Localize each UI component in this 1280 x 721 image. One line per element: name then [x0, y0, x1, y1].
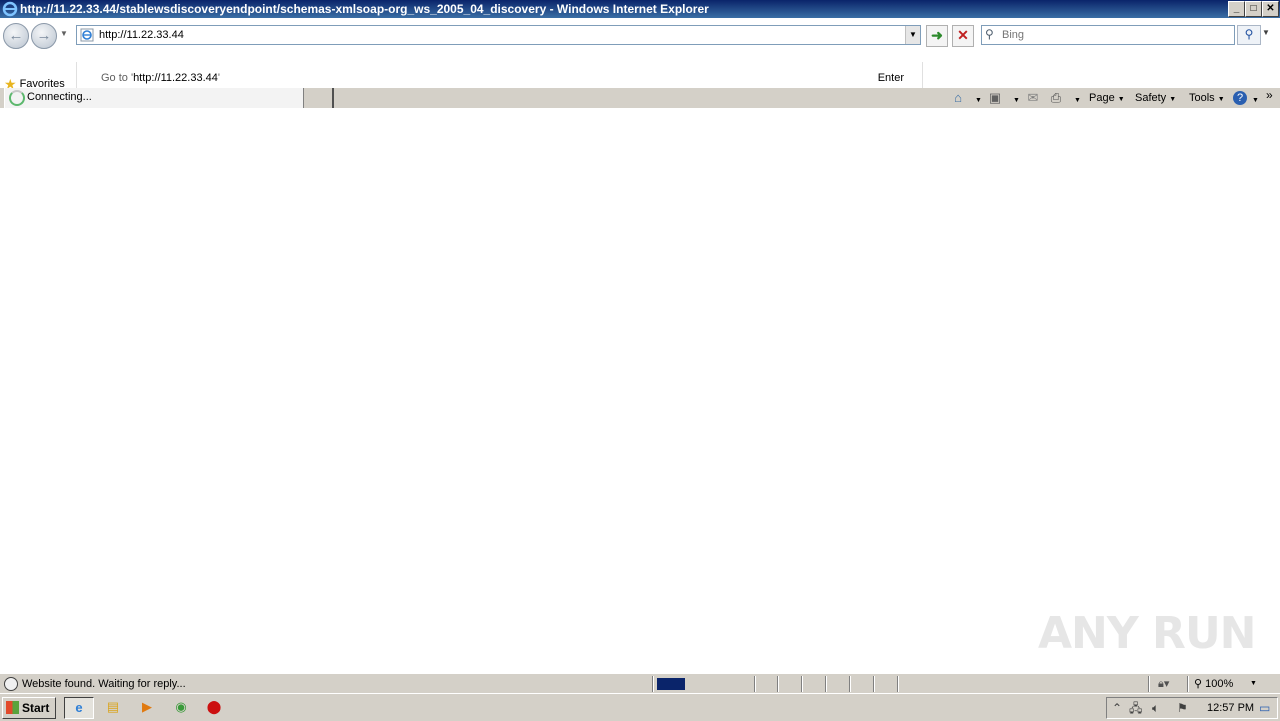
print-dropdown-icon[interactable]: ▼ — [1074, 94, 1081, 108]
new-tab-button[interactable] — [304, 88, 334, 108]
help-icon[interactable]: ? — [1233, 91, 1247, 105]
minimize-button[interactable]: _ — [1228, 1, 1245, 17]
tab-connecting[interactable]: Connecting... — [4, 88, 305, 108]
command-bar: Connecting... ⌂ ▼ ▣ ▼ ✉ ⎙ ▼ Page ▼ Safety… — [0, 88, 1280, 108]
windows-flag-icon — [6, 701, 19, 714]
page-menu-label: Page — [1089, 92, 1115, 104]
stop-icon[interactable]: ✕ — [952, 25, 974, 47]
zoom-value: 100% — [1205, 678, 1234, 690]
home-dropdown-icon[interactable]: ▼ — [975, 94, 982, 108]
tools-dropdown-icon: ▼ — [1217, 96, 1225, 103]
volume-icon[interactable]: 🔈︎ — [1152, 700, 1159, 716]
feeds-dropdown-icon[interactable]: ▼ — [1013, 94, 1020, 108]
read-mail-icon[interactable]: ✉ — [1025, 90, 1041, 106]
network-icon[interactable]: 🖧︎ — [1129, 700, 1142, 716]
start-button[interactable]: Start — [2, 697, 56, 719]
status-divider — [652, 676, 654, 692]
page-menu[interactable]: Page ▼ — [1089, 91, 1125, 107]
title-bar: http://11.22.33.44/stablewsdiscoveryendp… — [0, 0, 1280, 18]
safety-menu[interactable]: Safety ▼ — [1135, 91, 1176, 107]
back-button[interactable]: ← — [3, 23, 29, 49]
search-options-dropdown-icon[interactable]: ▼ — [1262, 28, 1270, 37]
print-icon[interactable]: ⎙ — [1048, 90, 1064, 106]
opera-taskbar-icon[interactable]: ⬤ — [200, 697, 228, 717]
tools-menu-label: Tools — [1189, 92, 1215, 104]
close-button[interactable]: ✕ — [1262, 1, 1279, 17]
media-player-taskbar-icon[interactable]: ▶ — [133, 697, 161, 717]
loading-status-icon — [4, 677, 18, 691]
anyrun-watermark: ANY RUN — [1038, 608, 1256, 659]
status-divider — [897, 676, 899, 692]
address-bar[interactable]: ▼ — [76, 25, 921, 45]
home-icon[interactable]: ⌂ — [950, 90, 966, 106]
zoom-level[interactable]: ⚲ 100% — [1194, 677, 1233, 691]
autocomplete-goto-item[interactable]: Go to 'http://11.22.33.44' — [101, 72, 220, 84]
status-bar: Website found. Waiting for reply... 🔒︎▾ … — [0, 673, 1280, 694]
forward-button[interactable]: → — [31, 23, 57, 49]
status-divider — [873, 676, 875, 692]
clock[interactable]: 12:57 PM — [1207, 701, 1254, 715]
search-button-icon[interactable]: ⚲ — [1237, 25, 1261, 45]
page-load-progress — [656, 677, 751, 691]
goto-suffix: ' — [217, 72, 220, 84]
status-divider — [825, 676, 827, 692]
tools-menu[interactable]: Tools ▼ — [1189, 91, 1225, 107]
system-tray: ⌃ 🖧︎ 🔈︎ ⚑ 12:57 PM ▭ — [1106, 697, 1278, 719]
goto-prefix: Go to ' — [101, 72, 134, 84]
status-divider — [1187, 676, 1189, 692]
chevron-more-icon[interactable]: » — [1266, 88, 1273, 102]
address-input[interactable] — [99, 26, 899, 44]
internet-explorer-taskbar-icon[interactable]: e — [64, 697, 94, 719]
status-divider — [849, 676, 851, 692]
autocomplete-enter-hint: Enter — [877, 72, 904, 84]
status-divider — [754, 676, 756, 692]
file-explorer-taskbar-icon[interactable]: ▤ — [99, 697, 127, 717]
status-divider — [801, 676, 803, 692]
status-divider — [777, 676, 779, 692]
action-center-flag-icon[interactable]: ⚑ — [1177, 700, 1188, 716]
loading-spinner-icon — [9, 90, 25, 106]
progress-fill — [657, 678, 685, 690]
safety-dropdown-icon: ▼ — [1169, 96, 1177, 103]
page-content — [0, 108, 1280, 673]
show-desktop-icon[interactable]: ▭ — [1259, 700, 1270, 716]
safety-menu-label: Safety — [1135, 92, 1167, 104]
ie-logo-icon — [2, 1, 18, 17]
help-dropdown-icon[interactable]: ▼ — [1252, 94, 1259, 108]
show-hidden-icons-icon[interactable]: ⌃ — [1112, 700, 1122, 716]
zoom-dropdown-icon[interactable]: ▼ — [1250, 680, 1257, 687]
navigation-bar: ← → ▼ ▼ ➜ ✕ ⚲ ⚲ ▼ ★Favorites Go to 'http… — [0, 18, 1280, 107]
status-text: Website found. Waiting for reply... — [22, 678, 186, 690]
taskbar: Start e ▤ ▶ ◉ ⬤ ⌃ 🖧︎ 🔈︎ ⚑ 12:57 PM ▭ — [0, 693, 1280, 721]
maximize-button[interactable]: □ — [1245, 1, 1262, 17]
ie-page-icon — [80, 28, 94, 42]
go-arrow-icon[interactable]: ➜ — [926, 25, 948, 47]
window-title: http://11.22.33.44/stablewsdiscoveryendp… — [20, 2, 709, 16]
tab-label: Connecting... — [27, 91, 92, 103]
chrome-taskbar-icon[interactable]: ◉ — [167, 697, 195, 717]
search-box[interactable]: ⚲ — [981, 25, 1235, 45]
recent-pages-dropdown-icon[interactable]: ▼ — [60, 29, 68, 38]
page-dropdown-icon: ▼ — [1117, 96, 1125, 103]
status-divider — [1148, 676, 1150, 692]
address-dropdown-icon[interactable]: ▼ — [905, 26, 920, 44]
goto-url: http://11.22.33.44 — [133, 72, 218, 84]
start-label: Start — [22, 701, 50, 715]
feeds-icon[interactable]: ▣ — [987, 90, 1003, 106]
search-input[interactable] — [1002, 26, 1228, 44]
protected-mode-icon[interactable]: 🔒︎▾ — [1158, 677, 1169, 691]
search-provider-icon: ⚲ — [985, 27, 994, 41]
